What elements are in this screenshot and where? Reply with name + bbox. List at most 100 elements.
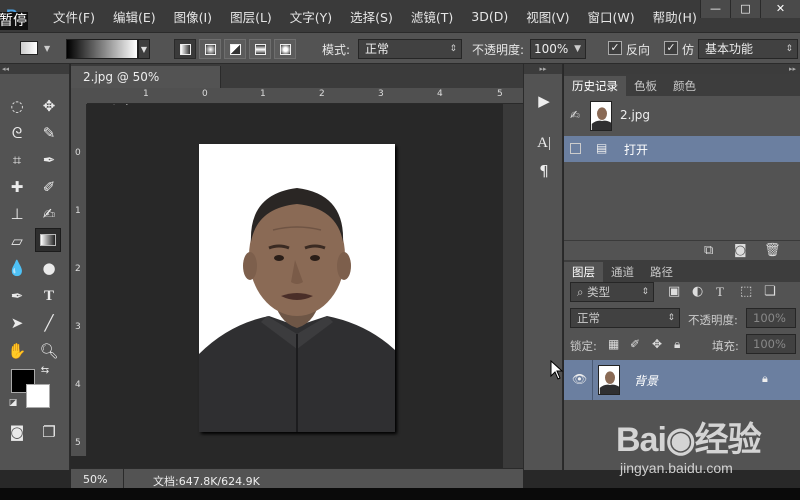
quick-mask-icon[interactable]: ◙	[4, 420, 30, 444]
tab-layers[interactable]: 图层	[564, 262, 603, 282]
layer-row-background[interactable]: 👁︎ 背景 🔒︎	[564, 360, 800, 400]
background-color-swatch[interactable]	[26, 384, 50, 408]
menu-window[interactable]: 窗口(W)	[579, 7, 644, 26]
lock-transparency-icon[interactable]: ▦	[608, 337, 619, 351]
gradient-tool-icon[interactable]	[35, 228, 61, 252]
adjustment-filter-icon[interactable]: ◐	[692, 284, 703, 299]
menu-view[interactable]: 视图(V)	[517, 7, 578, 26]
type-filter-icon[interactable]: T	[716, 284, 724, 300]
reverse-checkbox[interactable]: ✓	[608, 41, 622, 55]
panel-collapse-grip[interactable]: ◂◂	[0, 64, 69, 74]
maximize-button[interactable]: □	[730, 0, 760, 18]
document-image[interactable]	[199, 144, 395, 432]
menu-image[interactable]: 图像(I)	[165, 7, 221, 26]
document-tab[interactable]: 2.jpg @ 50%(RGB/8)×	[71, 66, 221, 106]
menu-filter[interactable]: 滤镜(T)	[402, 7, 462, 26]
vertical-scrollbar[interactable]	[503, 104, 523, 468]
history-snapshot[interactable]: ✍ 2.jpg	[564, 96, 800, 136]
reflected-gradient-button[interactable]	[249, 39, 271, 59]
close-button[interactable]: ✕	[760, 0, 800, 18]
menu-select[interactable]: 选择(S)	[341, 7, 402, 26]
dodge-tool-icon[interactable]: ●	[36, 256, 62, 280]
panel-collapse-grip[interactable]: ▸▸	[564, 64, 800, 74]
diamond-gradient-button[interactable]	[274, 39, 296, 59]
marquee-tool-icon[interactable]: ◌	[4, 94, 30, 118]
lasso-tool-icon[interactable]: ᘓ	[4, 121, 30, 145]
dither-checkbox[interactable]: ✓	[664, 41, 678, 55]
new-document-from-state-icon[interactable]: ⧉	[704, 243, 713, 258]
play-icon[interactable]: ▶	[532, 90, 556, 112]
pen-tool-icon[interactable]: ✒	[4, 284, 30, 308]
shape-filter-icon[interactable]: ⬚	[740, 284, 752, 299]
angle-gradient-button[interactable]	[224, 39, 246, 59]
tab-swatches[interactable]: 色板	[626, 76, 665, 96]
lock-position-icon[interactable]: ✥	[652, 337, 662, 351]
menu-layer[interactable]: 图层(L)	[221, 7, 281, 26]
vertical-ruler[interactable]: 0 1 2 3 4 5	[71, 104, 87, 456]
lock-image-icon[interactable]: ✐	[630, 337, 640, 351]
history-brush-tool-icon[interactable]: ✍	[36, 202, 62, 226]
document-tab-strip: 2.jpg @ 50%(RGB/8)×	[71, 64, 523, 106]
move-tool-icon[interactable]: ✥	[36, 94, 62, 118]
eyedropper-tool-icon[interactable]: ✒	[36, 148, 62, 172]
opacity-field[interactable]: 100% ▼	[530, 39, 586, 59]
default-colors-icon[interactable]: ◪	[6, 396, 20, 410]
lock-all-icon[interactable]: 🔒︎	[674, 337, 680, 352]
radial-gradient-button[interactable]	[199, 39, 221, 59]
menu-type[interactable]: 文字(Y)	[281, 7, 341, 26]
zoom-tool-icon[interactable]: 🔍︎	[36, 339, 62, 363]
crop-tool-icon[interactable]: ⌗	[4, 148, 30, 172]
tab-paths[interactable]: 路径	[642, 262, 681, 282]
pixel-filter-icon[interactable]: ▣	[668, 284, 680, 299]
swap-colors-icon[interactable]: ⇆	[38, 364, 52, 378]
brush-tool-icon[interactable]: ✐	[36, 175, 62, 199]
linear-gradient-button[interactable]	[174, 39, 196, 59]
history-brush-source-icon[interactable]: ✍	[570, 108, 580, 122]
healing-brush-tool-icon[interactable]: ✚	[4, 175, 30, 199]
workspace-select[interactable]: 基本功能 ⇕	[698, 39, 798, 59]
screen-mode-icon[interactable]: ❐	[36, 420, 62, 444]
menu-3d[interactable]: 3D(D)	[462, 9, 517, 24]
minimize-button[interactable]: —	[700, 0, 730, 18]
layer-divider	[592, 360, 593, 400]
gradient-preview[interactable]	[66, 39, 138, 59]
tab-channels[interactable]: 通道	[603, 262, 642, 282]
tab-color[interactable]: 颜色	[665, 76, 704, 96]
reflected-gradient-icon	[255, 44, 266, 55]
gradient-picker-dropdown[interactable]: ▼	[138, 39, 150, 59]
blur-tool-icon[interactable]: 💧	[4, 256, 30, 280]
eraser-tool-icon[interactable]: ▱	[4, 229, 30, 253]
horizontal-ruler[interactable]: 1 0 1 2 3 4 5	[87, 88, 523, 104]
mode-select[interactable]: 正常 ⇕	[358, 39, 462, 59]
layer-opacity-field[interactable]: 100%	[746, 308, 796, 328]
layer-filter-select[interactable]: ⌕ 类型 ⇕	[570, 282, 654, 302]
camera-icon[interactable]: ◙	[734, 243, 747, 258]
line-tool-icon[interactable]: ╱	[36, 311, 62, 335]
chevron-down-icon[interactable]: ▼	[44, 44, 50, 53]
paragraph-panel-icon[interactable]: ¶	[532, 160, 556, 182]
eye-icon[interactable]: 👁︎	[572, 372, 587, 386]
menu-help[interactable]: 帮助(H)	[644, 7, 706, 26]
blend-mode-select[interactable]: 正常 ⇕	[570, 308, 680, 328]
history-state-open[interactable]: ▤ 打开	[564, 136, 800, 162]
menu-edit[interactable]: 编辑(E)	[104, 7, 165, 26]
fill-field[interactable]: 100%	[746, 334, 796, 354]
character-panel-icon[interactable]: A|	[532, 132, 556, 154]
stamp-tool-icon[interactable]: ⊥	[4, 202, 30, 226]
tool-preset-picker[interactable]	[20, 41, 38, 55]
smart-object-filter-icon[interactable]: ❏	[764, 284, 776, 299]
quick-select-tool-icon[interactable]: ✎	[36, 121, 62, 145]
tab-history[interactable]: 历史记录	[564, 76, 626, 96]
ruler-origin[interactable]	[71, 88, 87, 104]
layer-opacity-label: 不透明度:	[688, 313, 738, 327]
chevron-down-icon[interactable]: ▼	[574, 40, 581, 58]
zoom-level[interactable]: 50%	[83, 473, 107, 486]
type-tool-icon[interactable]: T	[36, 284, 62, 308]
document-info[interactable]: 文档:647.8K/624.9K	[153, 473, 260, 489]
trash-icon[interactable]: 🗑︎	[764, 243, 781, 258]
menu-file[interactable]: 文件(F)	[44, 7, 104, 26]
history-checkbox[interactable]	[570, 143, 581, 154]
panel-expand-grip[interactable]: ▸▸	[524, 64, 562, 74]
hand-tool-icon[interactable]: ✋	[4, 339, 30, 363]
path-select-tool-icon[interactable]: ➤	[4, 311, 30, 335]
